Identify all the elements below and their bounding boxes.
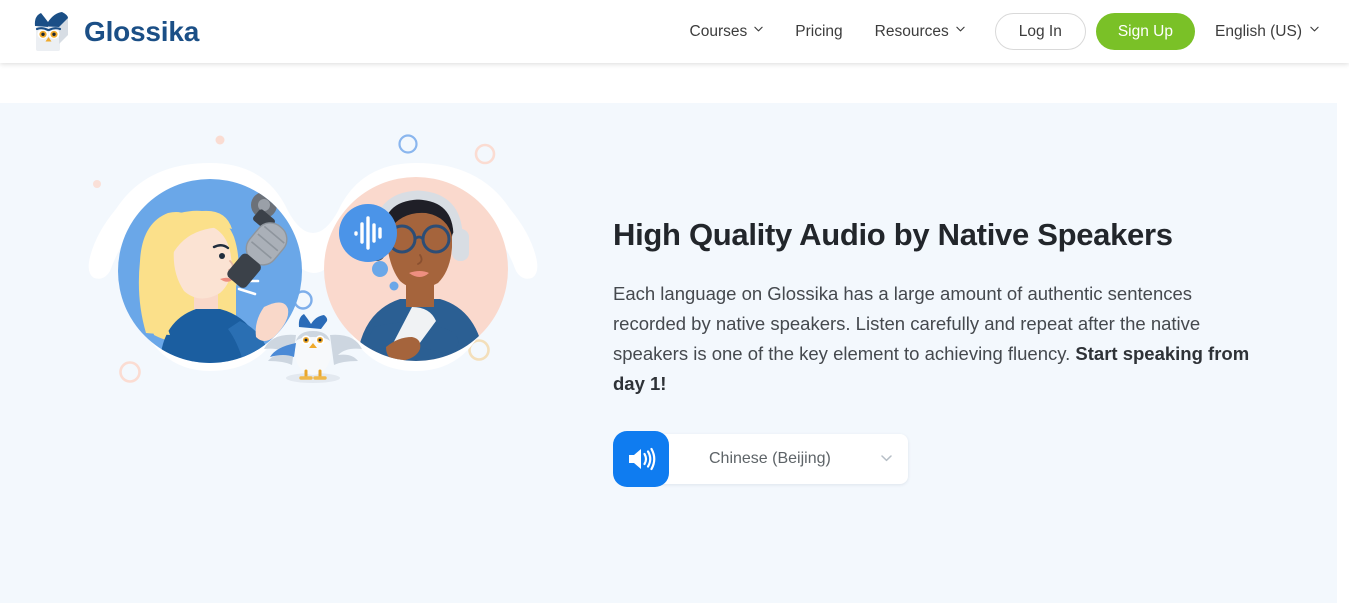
site-header: Glossika Courses Pricing Resources Log I… <box>0 0 1349 63</box>
hero-section: High Quality Audio by Native Speakers Ea… <box>0 103 1337 603</box>
nav-item-resources[interactable]: Resources <box>859 15 981 49</box>
hero-paragraph: Each language on Glossika has a large am… <box>613 279 1258 399</box>
language-select-value: Chinese (Beijing) <box>709 450 831 468</box>
play-audio-button[interactable] <box>613 431 669 488</box>
nav-item-resources-label: Resources <box>874 22 949 40</box>
chevron-down-icon <box>1310 26 1319 35</box>
chevron-down-icon <box>956 26 965 35</box>
main-navigation: Courses Pricing Resources Log In Sign Up… <box>674 12 1323 51</box>
owl-logo-icon <box>28 11 74 53</box>
language-switcher[interactable]: English (US) <box>1195 15 1323 49</box>
hero-copy: High Quality Audio by Native Speakers Ea… <box>613 216 1273 488</box>
scrollbar-gutter[interactable] <box>1337 63 1349 608</box>
nav-item-courses[interactable]: Courses <box>674 15 780 49</box>
brand-logo-link[interactable]: Glossika <box>28 11 199 53</box>
login-button[interactable]: Log In <box>994 12 1086 51</box>
speaker-volume-icon <box>626 446 656 472</box>
native-speakers-illustration <box>68 121 558 511</box>
chevron-down-icon <box>754 26 763 35</box>
language-select[interactable]: Chinese (Beijing) <box>657 434 908 485</box>
nav-item-pricing-label: Pricing <box>795 22 843 40</box>
page-title: High Quality Audio by Native Speakers <box>613 217 1173 252</box>
brand-name: Glossika <box>84 15 200 47</box>
signup-button[interactable]: Sign Up <box>1095 12 1195 51</box>
page-root: Glossika Courses Pricing Resources Log I… <box>0 0 1349 608</box>
chevron-down-icon <box>881 454 892 465</box>
nav-item-pricing[interactable]: Pricing <box>779 15 858 49</box>
audio-sample-player: Chinese (Beijing) <box>613 431 908 488</box>
nav-item-courses-label: Courses <box>689 22 748 40</box>
language-switcher-label: English (US) <box>1215 22 1302 40</box>
